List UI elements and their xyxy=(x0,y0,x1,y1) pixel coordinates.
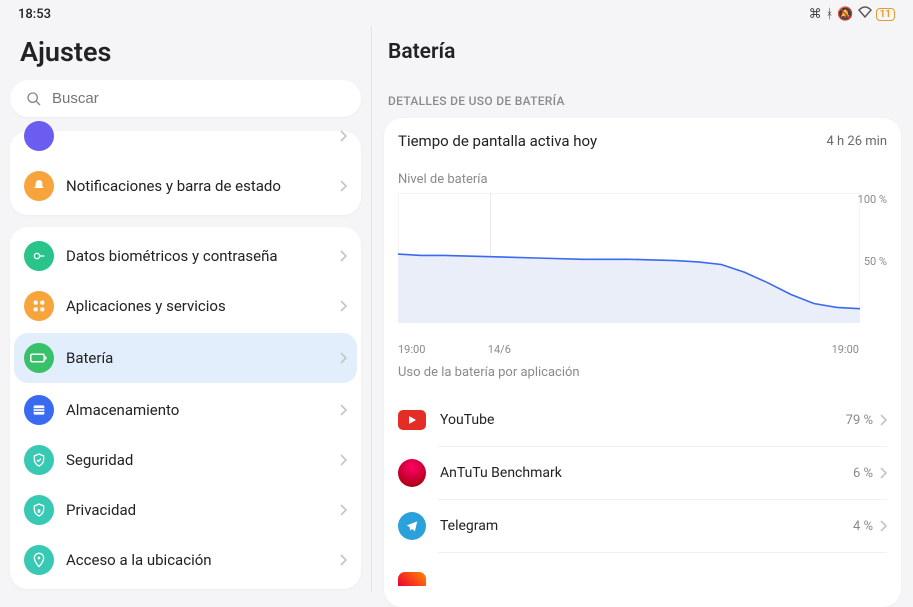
sidebar-item-biometrics[interactable]: Datos biométricos y contraseña xyxy=(10,231,361,281)
sidebar-item-privacy[interactable]: Privacidad xyxy=(10,485,361,535)
nfc-icon: ⌘ xyxy=(809,7,822,22)
sidebar-item-label: Batería xyxy=(66,349,339,367)
chevron-right-icon xyxy=(339,551,347,570)
app-usage-row[interactable] xyxy=(438,552,887,593)
app-usage-row[interactable]: Telegram4 % xyxy=(438,499,887,552)
app-percent: 79 % xyxy=(846,413,873,428)
level-label: Nivel de batería xyxy=(398,172,887,187)
app-usage-row[interactable]: YouTube79 % xyxy=(438,394,887,446)
chevron-right-icon xyxy=(339,177,347,196)
sidebar-item-label: Privacidad xyxy=(66,501,339,519)
battery-icon: 11 xyxy=(876,8,895,21)
apps-icon xyxy=(24,291,54,321)
sidebar: Ajustes Notificaciones y barra de estado… xyxy=(0,26,371,592)
privacy-icon xyxy=(24,495,54,525)
battery-icon xyxy=(24,343,54,373)
x-tick: 19:00 xyxy=(398,343,425,356)
chart-svg xyxy=(398,193,860,323)
location-icon xyxy=(24,545,54,575)
notifications-icon xyxy=(24,171,54,201)
app-name: YouTube xyxy=(440,412,846,428)
sidebar-item-location[interactable]: Acceso a la ubicación xyxy=(10,535,361,585)
chevron-right-icon xyxy=(339,501,347,520)
chevron-right-icon xyxy=(339,127,347,146)
chevron-right-icon xyxy=(339,451,347,470)
sidebar-item-label: Aplicaciones y servicios xyxy=(66,297,339,315)
sidebar-title: Ajustes xyxy=(10,26,361,80)
sidebar-item-label: Notificaciones y barra de estado xyxy=(66,177,339,195)
screen-time-row[interactable]: Tiempo de pantalla activa hoy 4 h 26 min xyxy=(398,132,887,150)
search-field[interactable] xyxy=(10,80,361,117)
sidebar-item-storage[interactable]: Almacenamiento xyxy=(10,385,361,435)
y-tick-100: 100 % xyxy=(858,193,887,206)
details-header: DETALLES DE USO DE BATERÍA xyxy=(384,94,901,118)
app-name: AnTuTu Benchmark xyxy=(440,465,853,481)
storage-icon xyxy=(24,395,54,425)
sidebar-item-battery[interactable]: Batería xyxy=(14,333,357,383)
main-panel: Batería DETALLES DE USO DE BATERÍA Tiemp… xyxy=(372,26,913,592)
page-title: Batería xyxy=(384,26,901,76)
app-icon xyxy=(398,565,426,593)
app-icon xyxy=(398,459,426,487)
app-icon xyxy=(398,406,426,434)
search-input[interactable] xyxy=(52,90,345,107)
chevron-right-icon xyxy=(879,411,887,430)
x-tick: 14/6 xyxy=(488,343,511,356)
sidebar-item-notifications[interactable]: Notificaciones y barra de estado xyxy=(10,161,361,211)
mute-icon: 🔕 xyxy=(837,7,853,22)
chevron-right-icon xyxy=(879,517,887,536)
screen-time-value: 4 h 26 min xyxy=(827,134,888,149)
battery-chart: 100 % 50 % 19:00 14/6 19:00 xyxy=(398,193,887,343)
sidebar-item-label: Almacenamiento xyxy=(66,401,339,419)
battery-details-card: Tiempo de pantalla activa hoy 4 h 26 min… xyxy=(384,118,901,607)
truncated-icon xyxy=(24,121,54,151)
x-tick: 19:00 xyxy=(832,343,859,356)
screen-time-label: Tiempo de pantalla activa hoy xyxy=(398,132,597,150)
y-tick-50: 50 % xyxy=(864,255,887,268)
security-icon xyxy=(24,445,54,475)
app-name: Telegram xyxy=(440,518,853,534)
chevron-right-icon xyxy=(339,401,347,420)
app-percent: 6 % xyxy=(853,466,873,481)
biometrics-icon xyxy=(24,241,54,271)
chevron-right-icon xyxy=(339,247,347,266)
sidebar-item-apps[interactable]: Aplicaciones y servicios xyxy=(10,281,361,331)
sidebar-item-label: Acceso a la ubicación xyxy=(66,551,339,569)
app-usage-list: YouTube79 %AnTuTu Benchmark6 %Telegram4 … xyxy=(398,394,887,593)
sidebar-item-security[interactable]: Seguridad xyxy=(10,435,361,485)
wifi-icon xyxy=(858,6,872,22)
app-percent: 4 % xyxy=(853,519,873,534)
app-icon xyxy=(398,512,426,540)
bluetooth-icon: ᚼ xyxy=(826,7,834,22)
sidebar-item-label: Seguridad xyxy=(66,451,339,469)
status-bar: 18:53 ⌘ ᚼ 🔕 11 xyxy=(0,0,913,26)
clock: 18:53 xyxy=(18,7,51,22)
sidebar-item-label: Datos biométricos y contraseña xyxy=(66,247,339,265)
status-icons: ⌘ ᚼ 🔕 11 xyxy=(809,6,895,22)
search-icon xyxy=(26,91,42,107)
app-usage-row[interactable]: AnTuTu Benchmark6 % xyxy=(438,446,887,499)
chevron-right-icon xyxy=(339,349,347,368)
chevron-right-icon xyxy=(879,464,887,483)
sidebar-item-truncated[interactable] xyxy=(10,121,361,161)
chevron-right-icon xyxy=(339,297,347,316)
apps-usage-header: Uso de la batería por aplicación xyxy=(398,365,887,380)
